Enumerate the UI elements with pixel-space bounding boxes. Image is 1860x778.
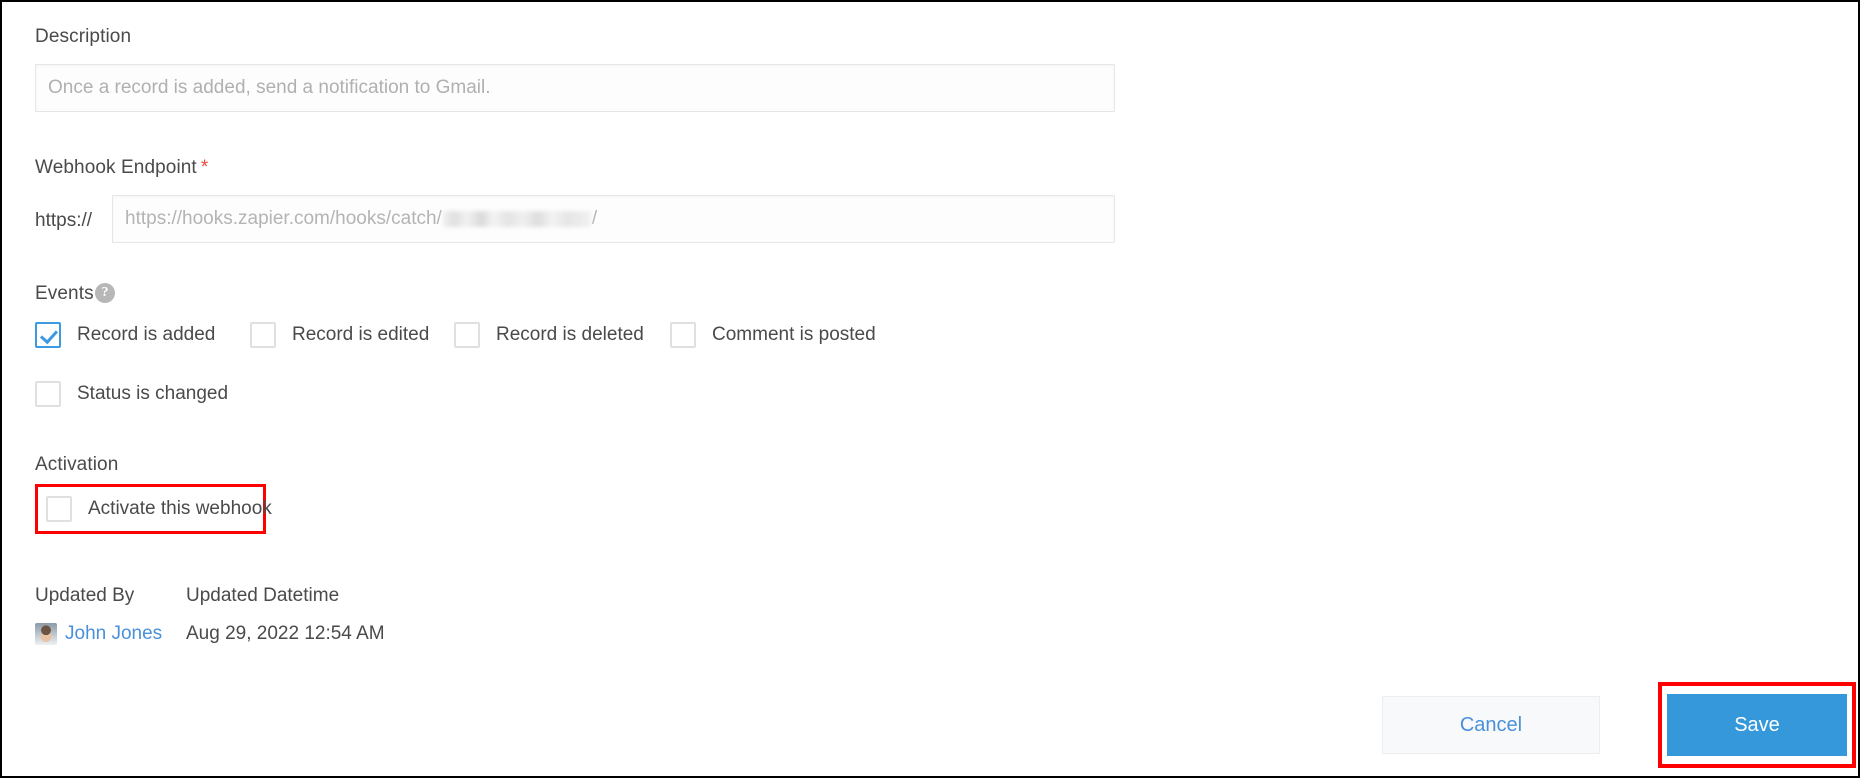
events-label: Events	[35, 283, 94, 304]
checkbox-label: Status is changed	[77, 383, 229, 404]
checkbox-label: Activate this webhook	[88, 498, 272, 519]
checkbox-record-is-deleted[interactable]: Record is deleted	[454, 322, 644, 348]
description-input[interactable]: Once a record is added, send a notificat…	[35, 64, 1115, 112]
webhook-form: Description Once a record is added, send…	[2, 2, 1858, 776]
checkbox-status-is-changed[interactable]: Status is changed	[35, 381, 228, 407]
webhook-url-suffix: /	[591, 208, 598, 229]
webhook-url-prefix: https://hooks.zapier.com/hooks/catch/	[125, 208, 442, 229]
description-label: Description	[35, 26, 132, 47]
save-highlight-box: Save	[1658, 682, 1856, 768]
updated-datetime-value: Aug 29, 2022 12:54 AM	[186, 623, 385, 644]
checkbox-box-icon[interactable]	[454, 322, 480, 348]
checkbox-label: Record is added	[77, 324, 216, 345]
checkbox-label: Record is deleted	[496, 324, 644, 345]
updated-by-value: John Jones	[35, 623, 162, 645]
required-asterisk-icon: *	[200, 157, 209, 178]
checkbox-box-icon[interactable]	[670, 322, 696, 348]
checkbox-box-icon[interactable]	[46, 496, 72, 522]
checkbox-label: Record is edited	[292, 324, 430, 345]
cancel-button[interactable]: Cancel	[1382, 696, 1600, 754]
webhook-protocol-prefix: https://	[35, 210, 93, 231]
checkbox-box-icon[interactable]	[250, 322, 276, 348]
avatar	[35, 623, 57, 645]
user-link[interactable]: John Jones	[65, 623, 162, 645]
updated-datetime-header: Updated Datetime	[186, 585, 340, 606]
checkbox-box-icon[interactable]	[35, 381, 61, 407]
checkbox-comment-is-posted[interactable]: Comment is posted	[670, 322, 876, 348]
webhook-settings-screen: Description Once a record is added, send…	[0, 0, 1860, 778]
checkbox-activate-this-webhook[interactable]: Activate this webhook	[46, 496, 272, 522]
checkbox-label: Comment is posted	[712, 324, 876, 345]
updated-by-header: Updated By	[35, 585, 135, 606]
webhook-endpoint-input[interactable]: https://hooks.zapier.com/hooks/catch/ /	[112, 195, 1115, 243]
checkbox-box-icon[interactable]	[35, 322, 61, 348]
webhook-endpoint-label: Webhook Endpoint *	[35, 157, 208, 179]
webhook-url-redacted-segment	[442, 211, 591, 227]
webhook-endpoint-label-text: Webhook Endpoint	[35, 157, 197, 178]
save-button[interactable]: Save	[1667, 694, 1847, 756]
activation-label: Activation	[35, 454, 119, 475]
checkbox-record-is-added[interactable]: Record is added	[35, 322, 215, 348]
checkbox-record-is-edited[interactable]: Record is edited	[250, 322, 429, 348]
help-icon[interactable]: ?	[95, 283, 115, 303]
